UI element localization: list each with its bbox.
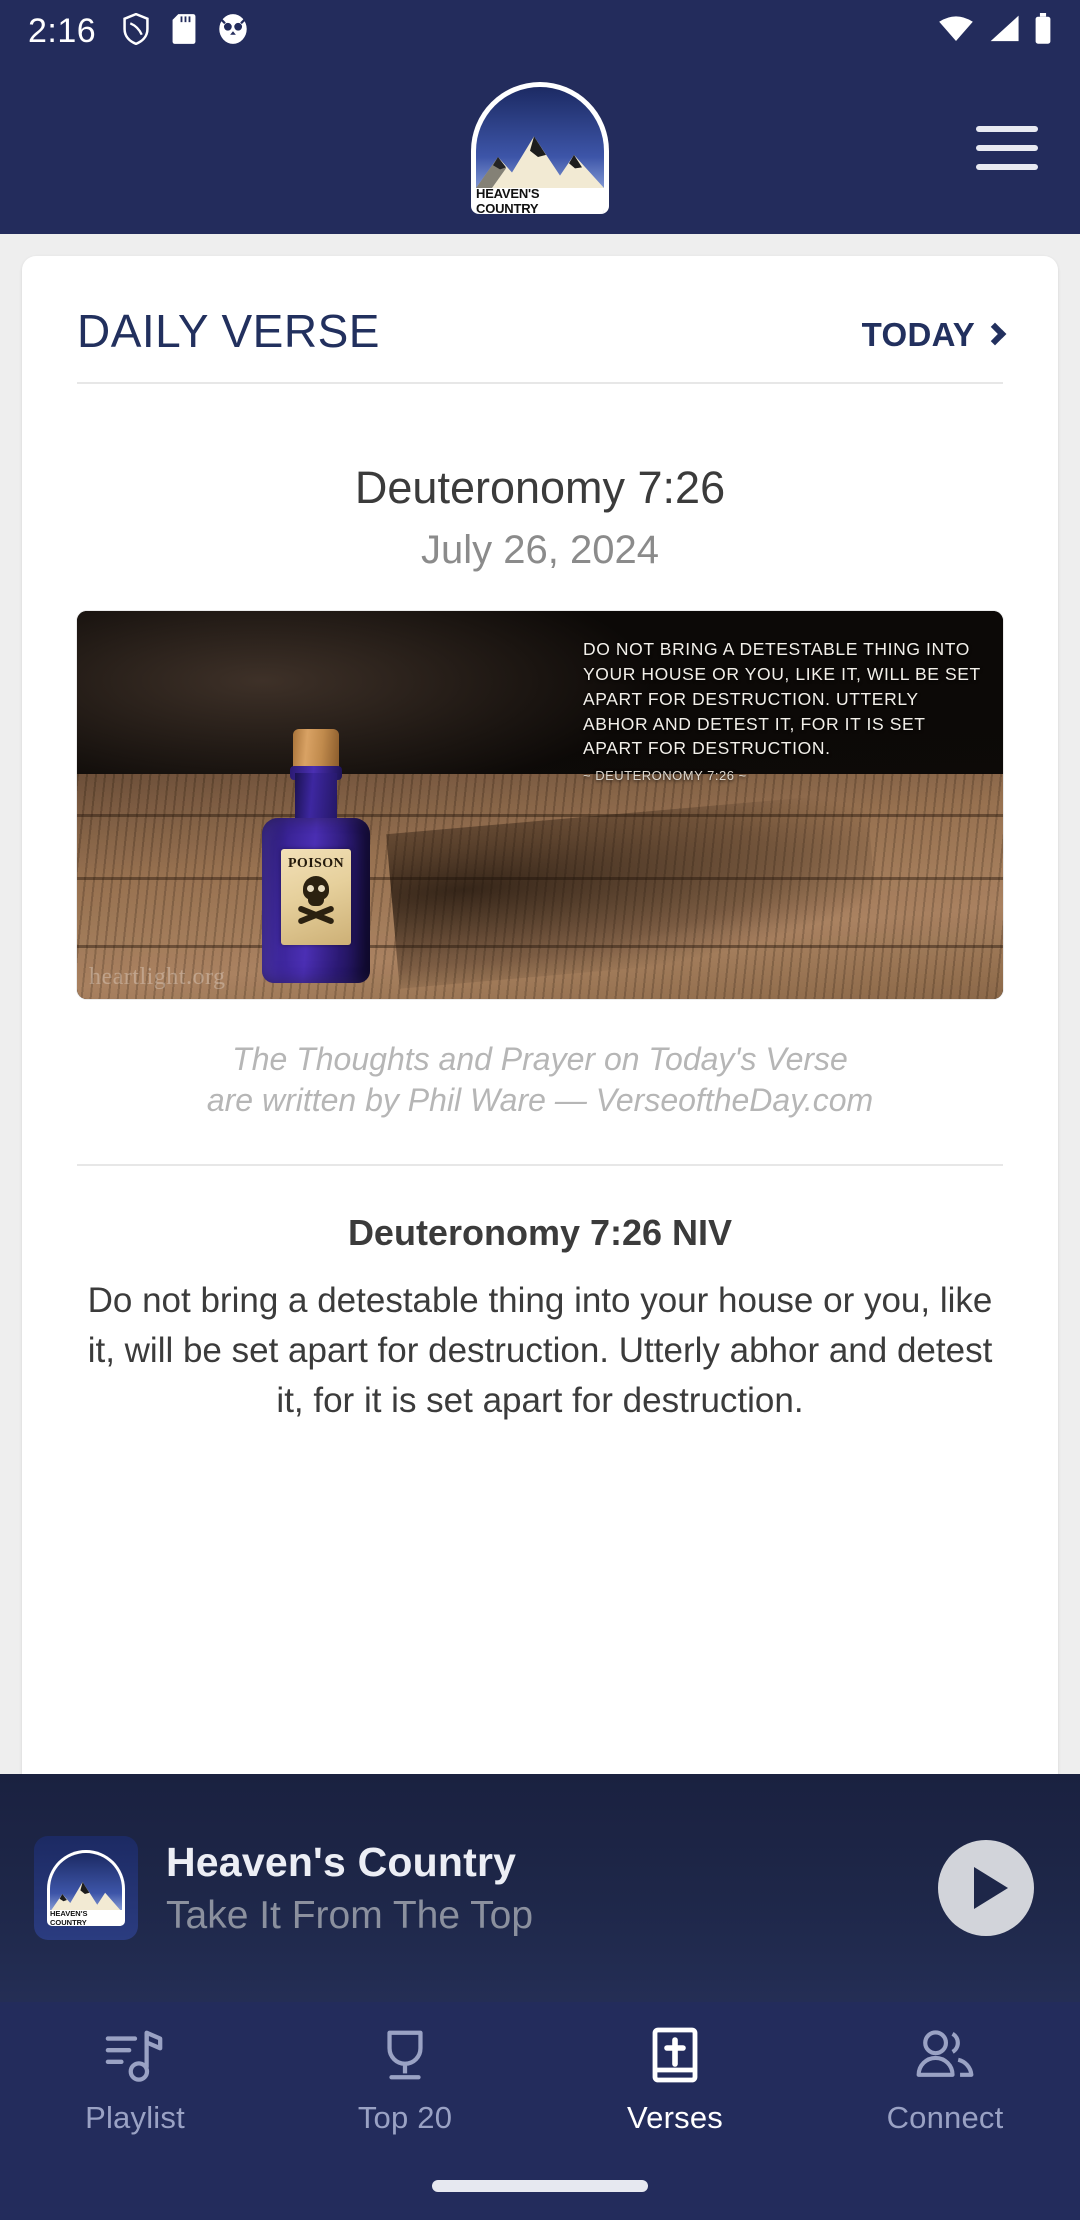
mountain-icon xyxy=(476,136,604,188)
image-watermark: heartlight.org xyxy=(89,964,226,990)
player-metadata: Heaven's Country Take It From The Top xyxy=(166,1839,938,1938)
play-icon xyxy=(974,1867,1008,1909)
mini-player[interactable]: HEAVEN'S COUNTRY Heaven's Country Take I… xyxy=(0,1774,1080,2002)
nav-item-verses[interactable]: Verses xyxy=(540,2024,810,2136)
wifi-icon xyxy=(938,14,974,49)
thoughts-attribution: The Thoughts and Prayer on Today's Verse… xyxy=(77,1039,1003,1167)
shield-icon xyxy=(122,12,150,50)
daily-verse-card: DAILY VERSE TODAY Deuteronomy 7:26 July … xyxy=(22,256,1058,1774)
today-link-label: TODAY xyxy=(861,316,975,353)
page-content: DAILY VERSE TODAY Deuteronomy 7:26 July … xyxy=(0,234,1080,1774)
bottom-navigation: Playlist Top 20 Verses Connect xyxy=(0,2002,1080,2220)
player-artwork-label: HEAVEN'S COUNTRY xyxy=(50,1909,122,1926)
scripture-body: Do not bring a detestable thing into you… xyxy=(87,1281,993,1420)
people-icon xyxy=(913,2024,977,2088)
poison-label-text: POISON xyxy=(287,856,345,871)
logo-label: HEAVEN'S COUNTRY xyxy=(476,186,604,214)
logo-badge: HEAVEN'S COUNTRY xyxy=(471,82,609,214)
cork-icon xyxy=(293,729,339,769)
nav-label-playlist: Playlist xyxy=(85,2100,185,2135)
nav-item-connect[interactable]: Connect xyxy=(810,2024,1080,2136)
hamburger-menu-icon[interactable] xyxy=(976,123,1038,173)
play-button[interactable] xyxy=(938,1840,1034,1936)
home-indicator[interactable] xyxy=(432,2180,648,2192)
app-root: 2:16 HEAVEN'S COUNTRY DAILY VERSE TODAY … xyxy=(0,0,1080,2220)
logo-inner: HEAVEN'S COUNTRY xyxy=(476,87,604,214)
image-overlay-verse: Do not bring a detestable thing into you… xyxy=(583,639,981,759)
nav-label-connect: Connect xyxy=(886,2100,1004,2135)
poison-label: POISON xyxy=(281,849,351,945)
nav-item-playlist[interactable]: Playlist xyxy=(0,2024,270,2136)
owl-icon xyxy=(218,13,248,50)
player-subtitle: Take It From The Top xyxy=(166,1893,534,1937)
nav-item-top20[interactable]: Top 20 xyxy=(270,2024,540,2136)
app-header: HEAVEN'S COUNTRY xyxy=(0,62,1080,234)
attribution-line-2: are written by Phil Ware — VerseoftheDay… xyxy=(206,1081,874,1118)
poison-bottle: POISON xyxy=(262,729,370,983)
page-title: DAILY VERSE xyxy=(77,305,380,357)
skull-and-crossbones-icon xyxy=(297,876,335,934)
attribution-line-1: The Thoughts and Prayer on Today's Verse xyxy=(232,1041,848,1077)
image-overlay-attribution: ~ Deuteronomy 7:26 ~ xyxy=(583,768,747,784)
image-overlay-text: Do not bring a detestable thing into you… xyxy=(583,637,981,786)
card-header: DAILY VERSE TODAY xyxy=(77,256,1007,384)
music-note-icon xyxy=(104,2024,166,2088)
status-bar-system-icons xyxy=(938,12,1052,50)
battery-icon xyxy=(1034,12,1052,50)
nav-label-verses: Verses xyxy=(627,2100,723,2135)
status-bar: 2:16 xyxy=(0,0,1080,62)
sd-card-icon xyxy=(172,13,196,50)
player-artwork: HEAVEN'S COUNTRY xyxy=(34,1836,138,1940)
app-logo: HEAVEN'S COUNTRY xyxy=(471,82,609,214)
scripture-heading: Deuteronomy 7:26 NIV xyxy=(347,1212,733,1254)
player-title: Heaven's Country xyxy=(166,1838,517,1885)
verse-date: July 26, 2024 xyxy=(421,528,659,572)
chevron-right-icon xyxy=(983,322,1007,345)
cell-signal-icon xyxy=(987,14,1021,49)
verse-reference: Deuteronomy 7:26 xyxy=(354,462,726,513)
status-bar-notification-icons xyxy=(122,12,248,50)
nav-label-top20: Top 20 xyxy=(357,2100,453,2135)
mountain-icon xyxy=(50,1882,122,1912)
today-link[interactable]: TODAY xyxy=(861,316,1007,358)
status-bar-clock: 2:16 xyxy=(28,11,97,50)
bible-icon xyxy=(648,2024,702,2088)
verse-image[interactable]: POISON Do not bring a detestable thing i… xyxy=(77,611,1003,999)
trophy-icon xyxy=(376,2024,434,2088)
